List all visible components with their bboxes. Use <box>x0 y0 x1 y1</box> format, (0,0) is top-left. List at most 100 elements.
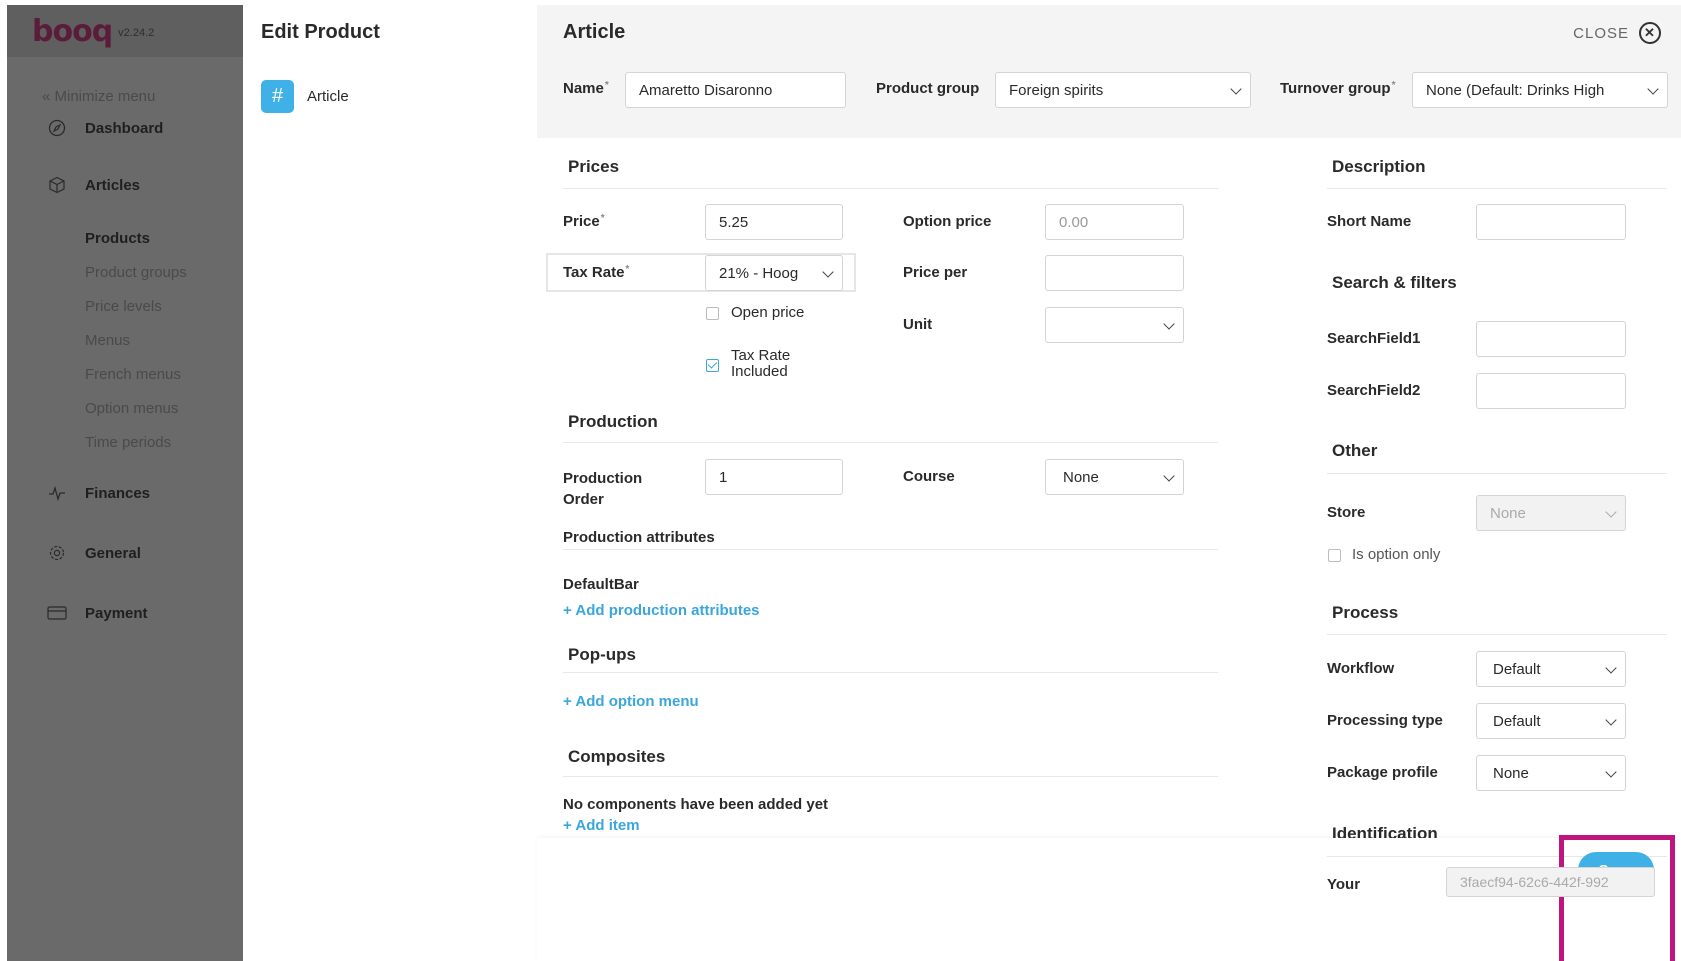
identification-id-field[interactable]: 3faecf94-62c6-442f-992 <box>1446 867 1655 897</box>
sidebar-item-general[interactable]: General <box>47 543 141 563</box>
sidebar-item-payment[interactable]: Payment <box>47 603 148 623</box>
sidebar-header: booq v2.24.2 <box>7 5 243 57</box>
course-select[interactable]: None <box>1045 459 1184 495</box>
other-section-title: Other <box>1332 441 1378 460</box>
production-order-label: Production Order <box>563 470 643 508</box>
course-label: Course <box>903 468 955 485</box>
short-name-input[interactable] <box>1476 204 1626 240</box>
divider <box>1327 473 1667 474</box>
turnover-group-label: Turnover group* <box>1280 80 1396 97</box>
sidebar-item-articles[interactable]: Articles <box>47 175 140 195</box>
product-group-select[interactable]: Foreign spirits <box>995 72 1251 108</box>
production-attribute-defaultbar: DefaultBar <box>563 576 639 593</box>
add-production-attributes-link[interactable]: + Add production attributes <box>563 602 760 619</box>
searchfield1-input[interactable] <box>1476 321 1626 357</box>
popups-section-title: Pop-ups <box>568 645 636 664</box>
sidebar-item-finances[interactable]: Finances <box>47 483 150 503</box>
production-attributes-label: Production attributes <box>563 529 715 546</box>
sidebar-item-label: Payment <box>85 604 148 622</box>
divider <box>1327 634 1667 635</box>
open-price-checkbox[interactable] <box>706 307 719 320</box>
pulse-icon <box>47 483 67 503</box>
unit-select[interactable] <box>1045 307 1184 343</box>
sidebar-subitem-products[interactable]: Products <box>85 230 150 247</box>
sidebar-subitem-french-menus[interactable]: French menus <box>85 366 181 383</box>
divider <box>563 442 1218 443</box>
tax-rate-included-checkbox[interactable] <box>706 359 719 372</box>
minimize-menu-button[interactable]: « Minimize menu <box>42 88 155 105</box>
production-order-input[interactable]: 1 <box>705 459 843 495</box>
name-label: Name* <box>563 80 609 97</box>
process-section-title: Process <box>1332 603 1399 622</box>
article-form: Article CLOSE ✕ Name* Amaretto Disaronno… <box>537 5 1681 961</box>
add-option-menu-link[interactable]: + Add option menu <box>563 693 699 710</box>
close-button[interactable]: CLOSE ✕ <box>1573 22 1661 44</box>
search-filters-section-title: Search & filters <box>1332 273 1457 292</box>
cube-icon <box>47 175 67 195</box>
version-label: v2.24.2 <box>118 27 155 39</box>
is-option-only-label: Is option only <box>1352 546 1441 563</box>
searchfield1-label: SearchField1 <box>1327 330 1421 347</box>
divider <box>1327 188 1667 189</box>
tab-article[interactable]: # Article <box>261 80 349 113</box>
card-icon <box>47 603 67 623</box>
unit-label: Unit <box>903 316 933 333</box>
sidebar-item-label: Finances <box>85 484 151 502</box>
tax-rate-select[interactable]: 21% - Hoog <box>705 255 843 291</box>
sidebar-subitem-product-groups[interactable]: Product groups <box>85 264 187 281</box>
sidebar-subitem-menus[interactable]: Menus <box>85 332 130 349</box>
sidebar-subitem-price-levels[interactable]: Price levels <box>85 298 162 315</box>
sidebar-item-label: Articles <box>85 176 141 194</box>
booq-logo[interactable]: booq <box>32 14 113 49</box>
package-profile-select[interactable]: None <box>1476 755 1626 791</box>
price-label: Price* <box>563 213 605 230</box>
sidebar-subitem-option-menus[interactable]: Option menus <box>85 400 178 417</box>
product-group-label: Product group <box>876 80 980 97</box>
production-section-title: Production <box>568 412 658 431</box>
divider <box>563 672 1218 673</box>
add-item-link[interactable]: + Add item <box>563 817 640 834</box>
price-input[interactable]: 5.25 <box>705 204 843 240</box>
prices-section-title: Prices <box>568 157 620 176</box>
sidebar-item-label: Dashboard <box>85 119 164 137</box>
sidebar-subitem-time-periods[interactable]: Time periods <box>85 434 171 451</box>
edit-product-panel: Edit Product # Article <box>243 5 537 961</box>
close-label: CLOSE <box>1573 24 1629 42</box>
compass-icon <box>47 118 67 138</box>
workflow-select[interactable]: Default <box>1476 651 1626 687</box>
sidebar-item-dashboard[interactable]: Dashboard <box>47 118 163 138</box>
store-label: Store <box>1327 504 1366 521</box>
divider <box>563 188 1218 189</box>
article-title: Article <box>563 21 626 43</box>
open-price-label: Open price <box>731 304 805 321</box>
price-per-input[interactable] <box>1045 255 1184 291</box>
scrollbar[interactable] <box>1676 138 1681 838</box>
article-header: Article CLOSE ✕ Name* Amaretto Disaronno… <box>537 5 1681 138</box>
divider <box>563 776 1218 777</box>
short-name-label: Short Name <box>1327 213 1412 230</box>
tax-rate-included-label: Tax Rate Included <box>731 347 791 380</box>
name-input[interactable]: Amaretto Disaronno <box>625 72 846 108</box>
searchfield2-input[interactable] <box>1476 373 1626 409</box>
no-components-text: No components have been added yet <box>563 796 829 813</box>
divider <box>563 549 1218 550</box>
searchfield2-label: SearchField2 <box>1327 382 1421 399</box>
sidebar: booq v2.24.2 « Minimize menu Dashboard A… <box>7 5 243 961</box>
tax-rate-label: Tax Rate* <box>563 264 630 281</box>
form-footer <box>537 838 1681 961</box>
composites-section-title: Composites <box>568 747 666 766</box>
description-section-title: Description <box>1332 157 1426 176</box>
price-per-label: Price per <box>903 264 968 281</box>
your-label: Your <box>1327 876 1361 893</box>
is-option-only-checkbox[interactable] <box>1328 549 1341 562</box>
turnover-group-select[interactable]: None (Default: Drinks High <box>1412 72 1668 108</box>
workflow-label: Workflow <box>1327 660 1395 677</box>
processing-type-select[interactable]: Default <box>1476 703 1626 739</box>
close-icon: ✕ <box>1639 22 1661 44</box>
package-profile-label: Package profile <box>1327 764 1438 781</box>
option-price-input[interactable]: 0.00 <box>1045 204 1184 240</box>
tab-article-label: Article <box>307 88 349 105</box>
option-price-label: Option price <box>903 213 992 230</box>
sidebar-item-label: General <box>85 544 141 562</box>
store-select[interactable]: None <box>1476 495 1626 531</box>
